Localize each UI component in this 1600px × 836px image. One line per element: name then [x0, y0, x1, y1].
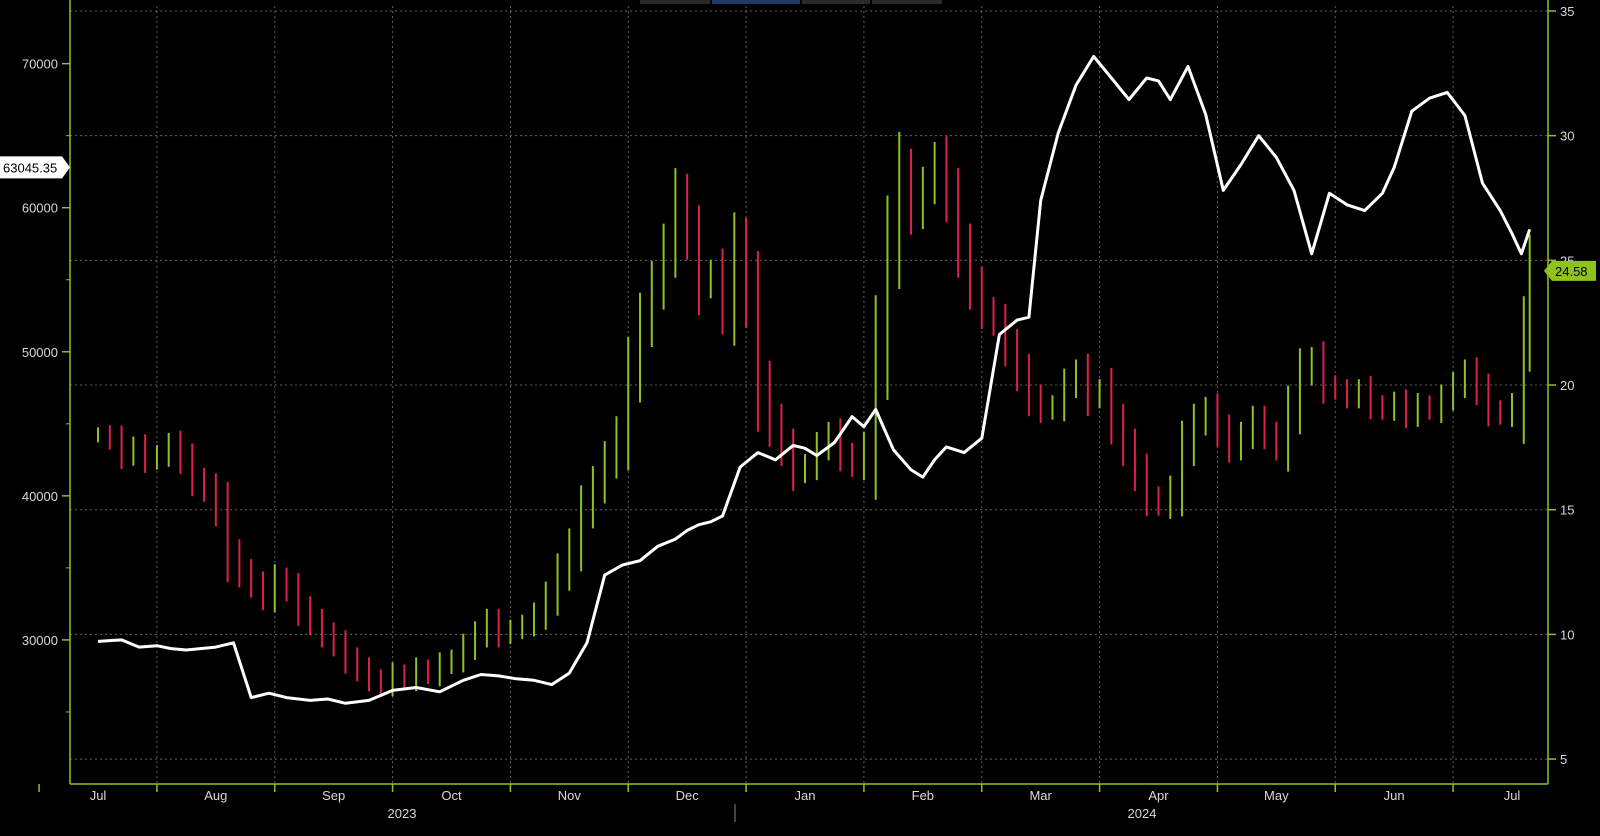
x-tick-label: Sep [322, 788, 345, 803]
x-axis-ticks: Jul Aug Sep Oct Nov Dec Jan Feb Mar Apr May Jun Jul [38, 784, 1521, 803]
x-tick-label: Aug [204, 788, 227, 803]
bar-series [97, 131, 1531, 697]
left-tick-label: 70000 [22, 57, 58, 72]
x-tick-label: Mar [1029, 788, 1052, 803]
right-last-value: 24.58 [1555, 264, 1588, 279]
x-tick-label: Jun [1384, 788, 1405, 803]
left-tick-label: 60000 [22, 201, 58, 216]
price-line [97, 54, 1532, 705]
year-label-2024: 2024 [1128, 806, 1157, 821]
left-tick-label: 30000 [22, 633, 58, 648]
x-tick-label: Jul [1504, 788, 1521, 803]
right-tick-label: 20 [1560, 378, 1574, 393]
left-tick-label: 50000 [22, 345, 58, 360]
right-tick-label: 30 [1560, 129, 1574, 144]
x-tick-label: Jan [795, 788, 816, 803]
x-tick-label: Dec [676, 788, 700, 803]
x-tick-label: Apr [1148, 788, 1169, 803]
left-last-value-tag: 63045.35 [0, 156, 70, 179]
right-axis-ticks: 5101520253035 [1548, 4, 1574, 767]
x-tick-label: Jul [90, 788, 107, 803]
right-tick-label: 35 [1560, 4, 1574, 19]
x-tick-label: Nov [558, 788, 582, 803]
left-axis-ticks: 30000 40000 50000 60000 70000 [22, 57, 70, 713]
right-tick-label: 5 [1560, 752, 1567, 767]
left-last-value: 63045.35 [3, 160, 57, 175]
x-tick-label: Oct [441, 788, 462, 803]
grid-lines [70, 6, 1548, 784]
price-chart[interactable]: 3000040000500006000070000 5101520253035 … [0, 0, 1600, 836]
x-tick-label: Feb [912, 788, 934, 803]
right-tick-label: 10 [1560, 627, 1574, 642]
right-last-value-tag: 24.58 [1544, 260, 1596, 281]
year-label-2023: 2023 [388, 806, 417, 821]
right-tick-label: 15 [1560, 503, 1574, 518]
x-tick-label: May [1264, 788, 1289, 803]
left-tick-label: 40000 [22, 489, 58, 504]
